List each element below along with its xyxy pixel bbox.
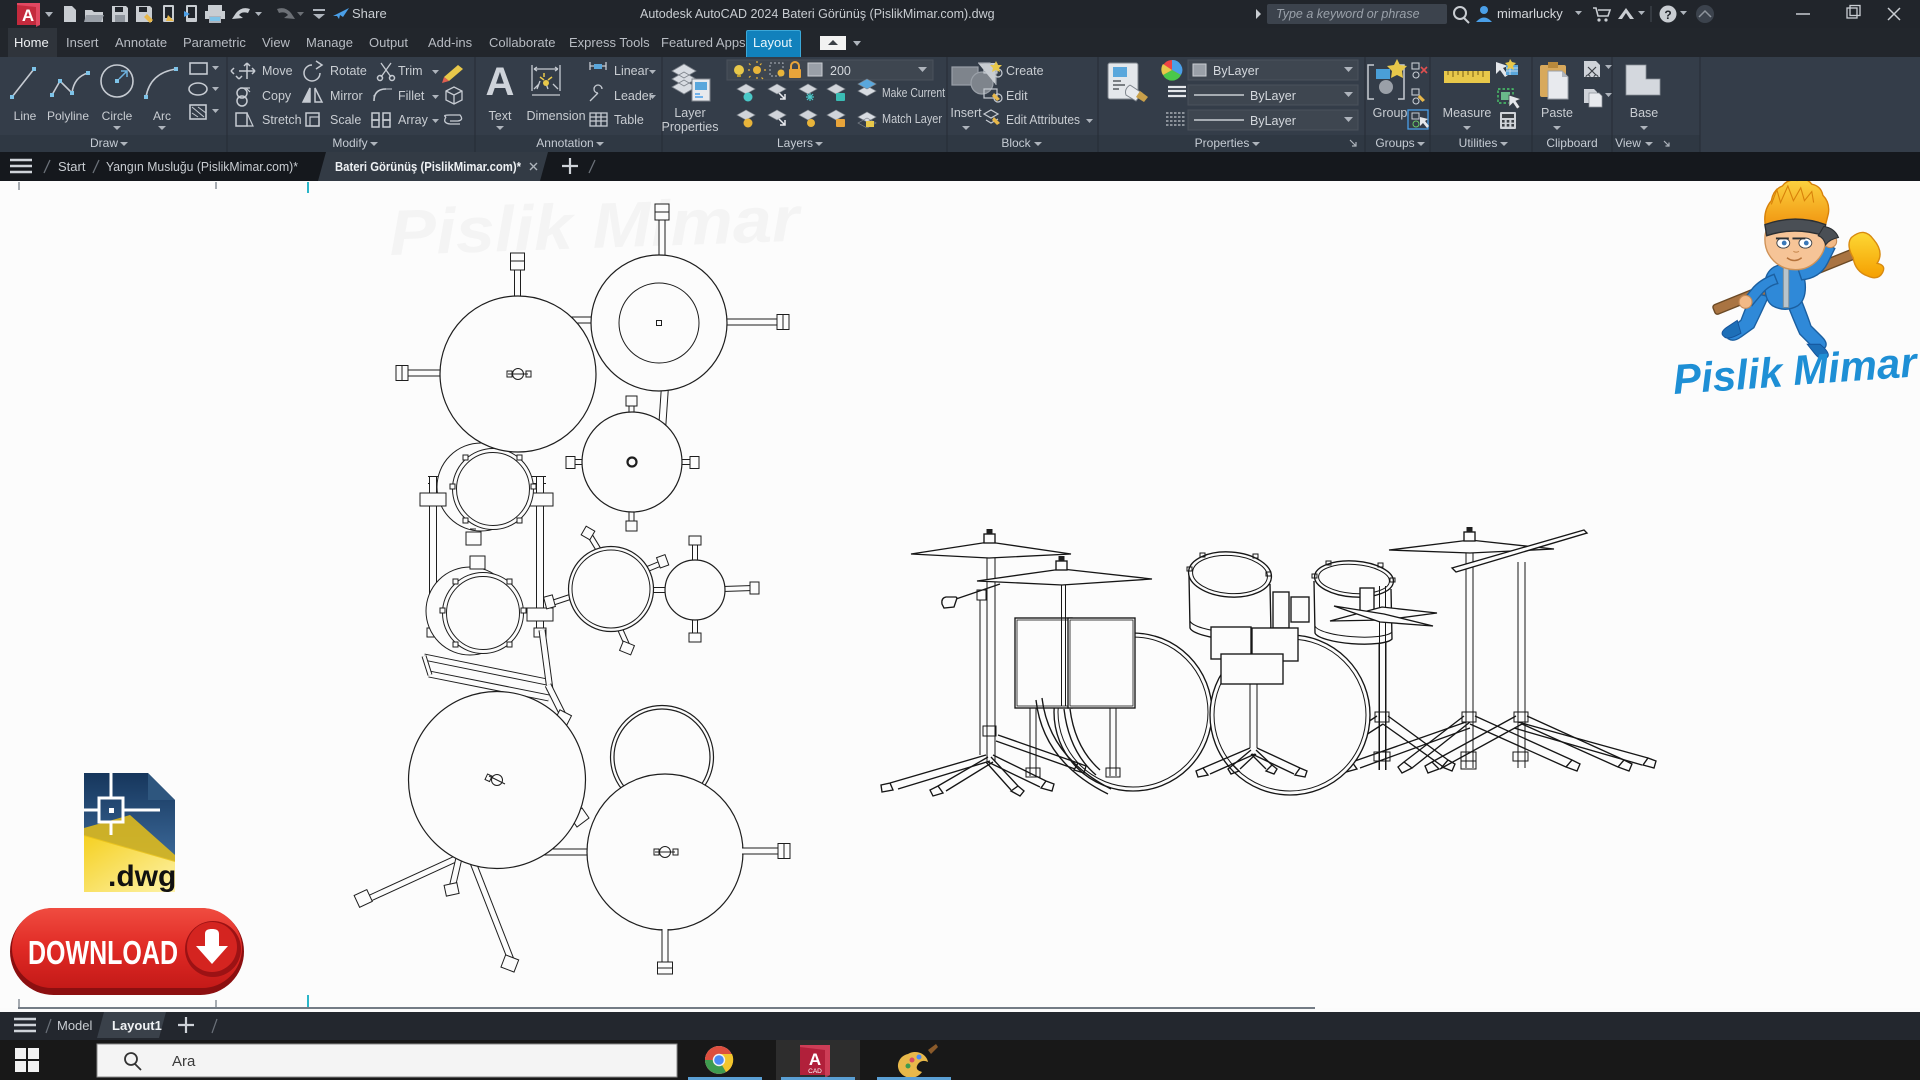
svg-text:Linear: Linear bbox=[614, 64, 649, 78]
svg-text:Utilities: Utilities bbox=[1459, 136, 1498, 150]
svg-text:Rotate: Rotate bbox=[330, 64, 367, 78]
svg-text:.dwg: .dwg bbox=[108, 860, 176, 893]
svg-text:Bateri Görünüş (PislikMimar.co: Bateri Görünüş (PislikMimar.com)* bbox=[335, 159, 522, 174]
svg-text:Create: Create bbox=[1006, 64, 1044, 78]
svg-text:Draw: Draw bbox=[90, 136, 118, 150]
svg-text:Layers: Layers bbox=[777, 136, 813, 150]
svg-text:Scale: Scale bbox=[330, 113, 361, 127]
svg-text:A: A bbox=[486, 60, 515, 104]
svg-text:DOWNLOAD: DOWNLOAD bbox=[28, 934, 178, 971]
svg-text:Modify: Modify bbox=[332, 136, 367, 150]
svg-text:ByLayer: ByLayer bbox=[1250, 89, 1296, 103]
svg-text:mimarlucky: mimarlucky bbox=[1497, 6, 1563, 21]
svg-text:Start: Start bbox=[58, 159, 86, 174]
svg-text:Match Layer: Match Layer bbox=[882, 112, 942, 126]
svg-text:Mimar: Mimar bbox=[1791, 338, 1920, 394]
svg-text:Ara: Ara bbox=[172, 1053, 196, 1070]
svg-text:Annotation: Annotation bbox=[536, 136, 593, 150]
svg-text:Properties: Properties bbox=[1195, 136, 1250, 150]
svg-text:Yangın Musluğu (PislikMimar.co: Yangın Musluğu (PislikMimar.com)* bbox=[106, 159, 298, 174]
svg-text:CAD: CAD bbox=[808, 1068, 822, 1075]
svg-text:Edit: Edit bbox=[1006, 89, 1028, 103]
svg-text:A: A bbox=[809, 1050, 821, 1069]
svg-text:Pislik Mimar: Pislik Mimar bbox=[388, 183, 804, 269]
svg-text:Pislik: Pislik bbox=[1671, 348, 1786, 403]
svg-text:Model: Model bbox=[57, 1018, 93, 1033]
svg-text:Groups: Groups bbox=[1375, 136, 1414, 150]
svg-text:?: ? bbox=[1664, 8, 1671, 22]
svg-text:ByLayer: ByLayer bbox=[1213, 64, 1259, 78]
svg-text:View: View bbox=[1615, 136, 1641, 150]
svg-text:Properties: Properties bbox=[662, 120, 719, 134]
svg-text:Mirror: Mirror bbox=[330, 89, 363, 103]
svg-text:Clipboard: Clipboard bbox=[1546, 136, 1597, 150]
svg-text:Table: Table bbox=[614, 113, 644, 127]
svg-text:A: A bbox=[22, 6, 34, 25]
svg-text:Text: Text bbox=[489, 109, 512, 123]
svg-text:Dimension: Dimension bbox=[526, 109, 585, 123]
svg-text:Layout1: Layout1 bbox=[112, 1018, 162, 1033]
svg-text:Block: Block bbox=[1001, 136, 1031, 150]
svg-text:Group: Group bbox=[1373, 106, 1408, 120]
svg-text:Paste: Paste bbox=[1541, 106, 1573, 120]
svg-text:Make Current: Make Current bbox=[882, 86, 945, 100]
svg-text:Move: Move bbox=[262, 64, 293, 78]
svg-text:Layer: Layer bbox=[674, 106, 705, 120]
svg-text:Leader: Leader bbox=[614, 89, 653, 103]
svg-text:Circle: Circle bbox=[102, 109, 133, 123]
svg-text:Fillet: Fillet bbox=[398, 89, 425, 103]
svg-text:Base: Base bbox=[1630, 106, 1659, 120]
svg-text:Trim: Trim bbox=[398, 64, 423, 78]
svg-text:Array: Array bbox=[398, 113, 429, 127]
svg-text:200: 200 bbox=[830, 64, 851, 78]
svg-text:Copy: Copy bbox=[262, 89, 292, 103]
svg-text:Arc: Arc bbox=[153, 109, 171, 123]
svg-text:Edit Attributes: Edit Attributes bbox=[1006, 113, 1080, 127]
svg-text:Type a keyword or phrase: Type a keyword or phrase bbox=[1276, 7, 1420, 21]
svg-text:Polyline: Polyline bbox=[47, 109, 89, 123]
svg-text:Measure: Measure bbox=[1443, 106, 1492, 120]
svg-text:Insert: Insert bbox=[950, 106, 982, 120]
svg-text:Line: Line bbox=[14, 109, 37, 123]
svg-text:Stretch: Stretch bbox=[262, 113, 302, 127]
svg-text:ByLayer: ByLayer bbox=[1250, 114, 1296, 128]
